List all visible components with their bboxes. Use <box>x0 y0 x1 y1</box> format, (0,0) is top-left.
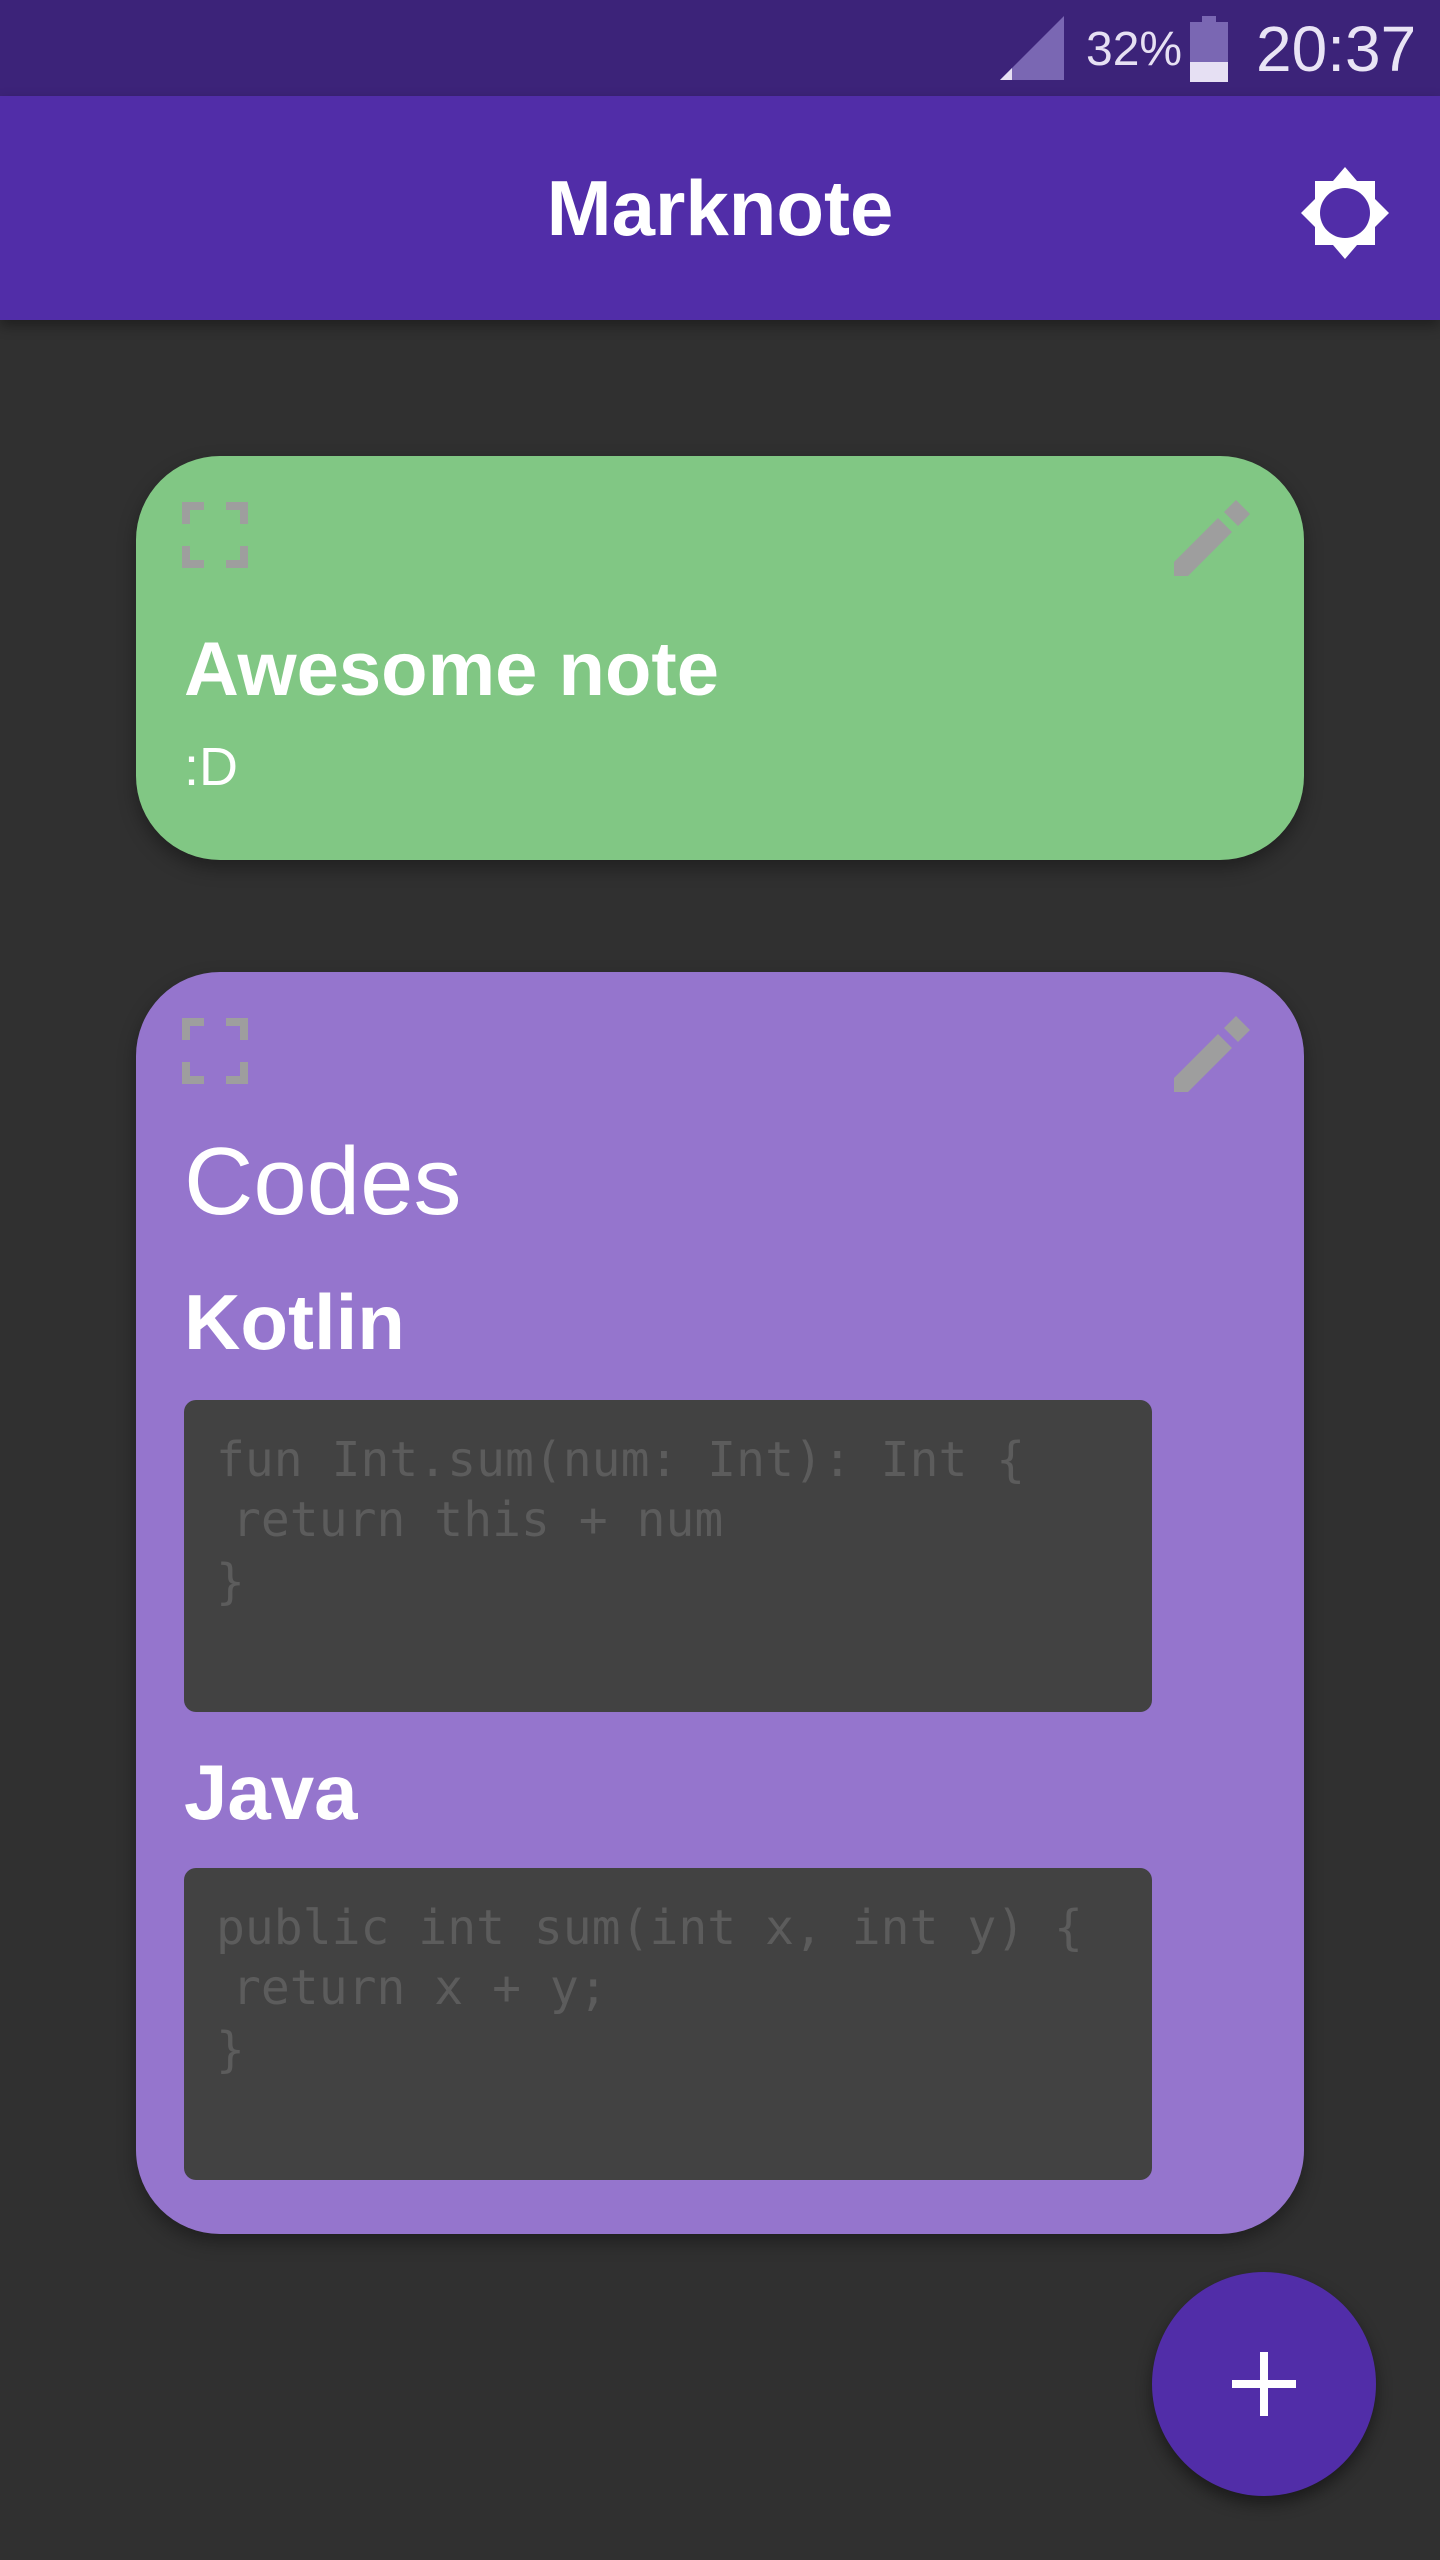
plus-icon <box>1232 2352 1296 2416</box>
edit-pencil-icon[interactable] <box>1170 1012 1254 1096</box>
code-block-java: public int sum(int x, int y) { return x … <box>184 1868 1152 2180</box>
section-heading-java: Java <box>184 1748 358 1836</box>
app-title: Marknote <box>546 164 894 252</box>
section-heading-kotlin: Kotlin <box>184 1278 405 1366</box>
code-line: } <box>216 2022 245 2078</box>
expand-icon[interactable] <box>182 502 248 568</box>
app-screen: 32% 20:37 Marknote Awesome note:D Codes… <box>0 0 1440 2560</box>
code-line: return this + num <box>232 1492 724 1548</box>
app-bar: Marknote <box>0 96 1440 320</box>
signal-icon <box>1000 16 1064 80</box>
settings-button[interactable] <box>1290 158 1400 268</box>
edit-pencil-icon[interactable] <box>1170 496 1254 580</box>
add-note-button[interactable] <box>1152 2272 1376 2496</box>
note-card-awesome[interactable]: Awesome note :D <box>136 456 1304 860</box>
code-line: fun Int.sum(num: Int): Int { <box>216 1432 1026 1488</box>
status-bar: 32% 20:37 <box>0 0 1440 96</box>
expand-icon[interactable] <box>182 1018 248 1084</box>
code-line: public int sum(int x, int y) { <box>216 1900 1083 1956</box>
code-line: return x + y; <box>232 1960 608 2016</box>
code-line: } <box>216 1554 245 1610</box>
note-title: Awesome note <box>184 627 719 712</box>
battery-percent: 32% <box>1086 23 1183 76</box>
clock-time: 20:37 <box>1256 13 1417 85</box>
brightness-gear-icon <box>1301 167 1389 259</box>
code-block-kotlin: fun Int.sum(num: Int): Int { return this… <box>184 1400 1152 1712</box>
note-body: :D <box>184 737 238 797</box>
note-card-codes[interactable]: Codes Kotlin fun Int.sum(num: Int): Int … <box>136 972 1304 2234</box>
battery-icon <box>1190 16 1228 82</box>
note-title: Codes <box>184 1128 462 1235</box>
